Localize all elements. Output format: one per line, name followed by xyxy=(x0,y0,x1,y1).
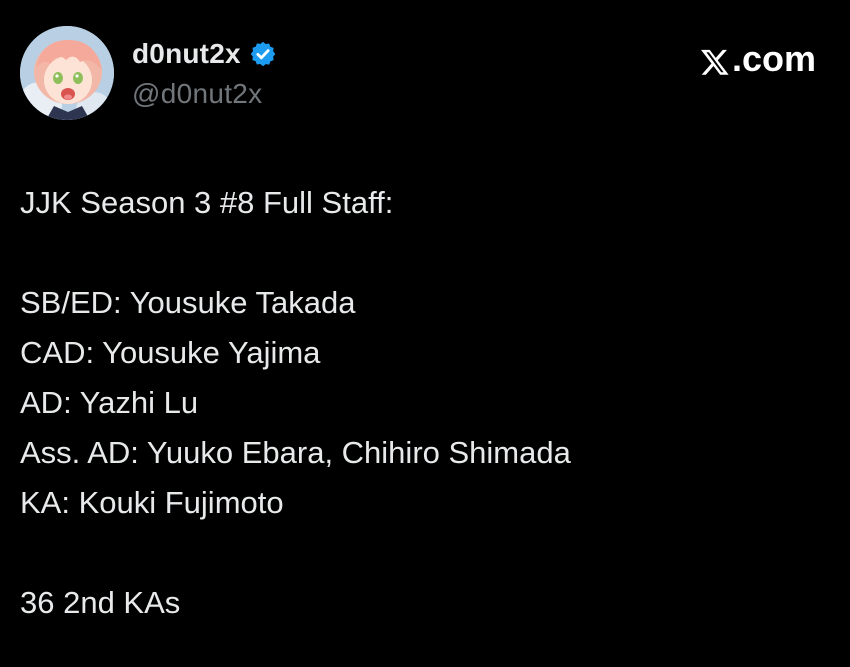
staff-line: KA: Kouki Fujimoto xyxy=(20,485,284,520)
x-logo-icon xyxy=(700,44,730,75)
staff-line: SB/ED: Yousuke Takada xyxy=(20,285,356,320)
display-name[interactable]: d0nut2x xyxy=(132,38,241,70)
post-header: d0nut2x @d0nut2x .com xyxy=(20,26,830,122)
staff-line: Ass. AD: Yuuko Ebara, Chihiro Shimada xyxy=(20,435,571,470)
staff-line: CAD: Yousuke Yajima xyxy=(20,335,321,370)
post-body: JJK Season 3 #8 Full Staff: SB/ED: Yousu… xyxy=(20,178,830,628)
author-names: d0nut2x @d0nut2x xyxy=(132,36,277,110)
post-footer-line: 36 2nd KAs xyxy=(20,585,181,620)
display-name-row[interactable]: d0nut2x xyxy=(132,36,277,72)
post-title-line: JJK Season 3 #8 Full Staff: xyxy=(20,185,394,220)
anime-avatar-icon[interactable] xyxy=(20,26,114,120)
brand-logo: .com xyxy=(700,38,816,80)
staff-line: AD: Yazhi Lu xyxy=(20,385,199,420)
brand-label: .com xyxy=(731,38,816,79)
verified-badge-icon xyxy=(249,40,277,68)
author-handle[interactable]: @d0nut2x xyxy=(132,78,277,110)
